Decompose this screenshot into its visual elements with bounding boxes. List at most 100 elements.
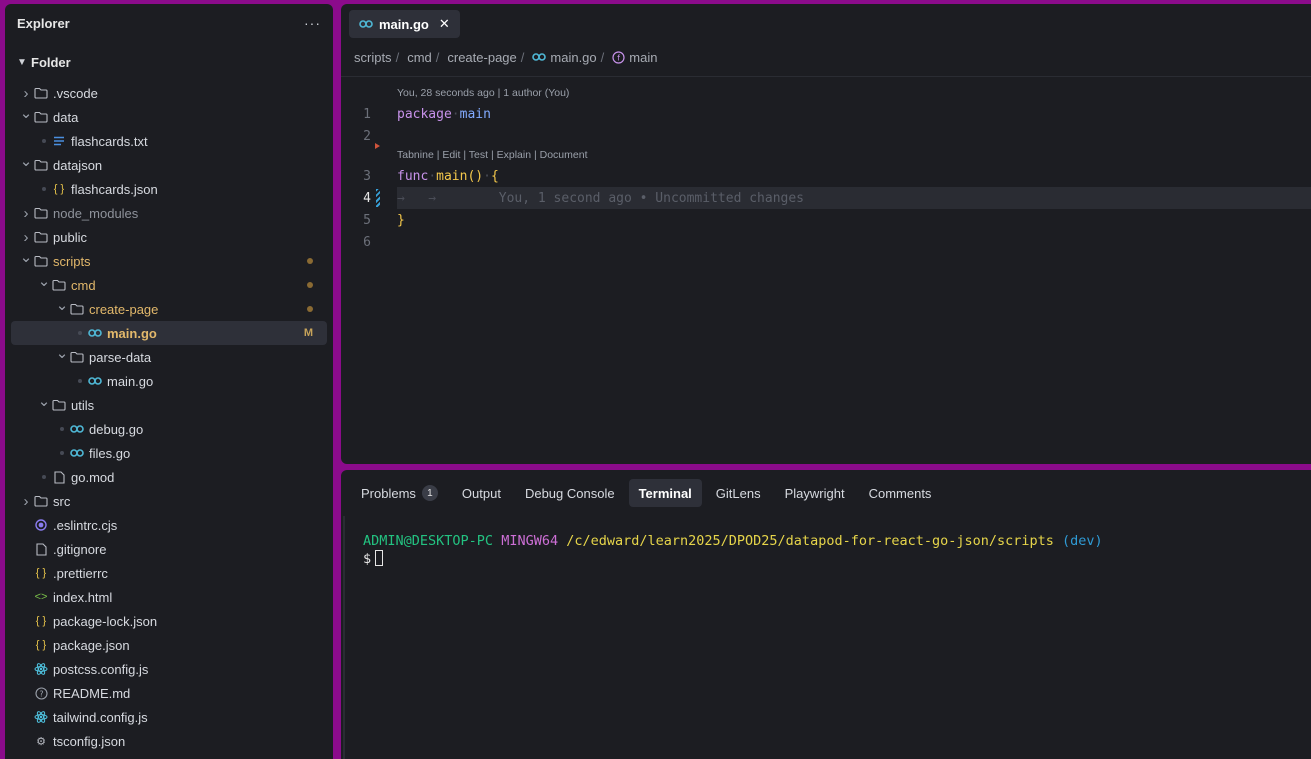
- tree-file[interactable]: .eslintrc.cjs: [11, 513, 327, 537]
- whitespace-marker: ·: [451, 106, 460, 122]
- tree-file[interactable]: go.mod: [11, 465, 327, 489]
- json-file-icon: { }: [35, 567, 47, 579]
- workspace-folder-label: Folder: [31, 54, 71, 70]
- tree-file[interactable]: { } package.json: [11, 633, 327, 657]
- breadcrumb-scripts[interactable]: scripts: [354, 50, 392, 65]
- folder-icon: [51, 397, 67, 413]
- tab-markers: → →: [397, 190, 437, 206]
- tree-item-label: parse-data: [89, 349, 152, 365]
- indent-guide: [37, 187, 51, 191]
- chevron-right-icon: ›: [23, 228, 29, 246]
- folder-icon: [33, 205, 49, 221]
- modified-badge: M: [303, 327, 313, 339]
- tree-item-label: public: [53, 229, 87, 245]
- more-actions-icon[interactable]: ···: [304, 15, 321, 31]
- tree-item-label: datajson: [53, 157, 103, 173]
- keyword: func: [397, 168, 429, 184]
- tree-folder[interactable]: ⌄ create-page: [11, 297, 327, 321]
- tab-gitlens[interactable]: GitLens: [706, 479, 771, 507]
- codelens-blame[interactable]: You, 28 seconds ago | 1 author (You): [397, 87, 569, 99]
- tree-file[interactable]: debug.go: [11, 417, 327, 441]
- tree-folder[interactable]: ⌄ utils: [11, 393, 327, 417]
- tree-folder[interactable]: › node_modules: [11, 201, 327, 225]
- tree-item-label: index.html: [53, 589, 113, 605]
- terminal-path: /c/edward/learn2025/DPOD25/datapod-for-r…: [566, 533, 1054, 549]
- tree-folder[interactable]: ⌄ data: [11, 105, 327, 129]
- folder-icon: [33, 157, 49, 173]
- terminal-branch: (dev): [1062, 533, 1103, 549]
- code-line-4: 4 → → You, 1 second ago • Uncommitted ch…: [341, 187, 1311, 209]
- file-icon: [51, 469, 67, 485]
- bottom-panel: Problems 1 Output Debug Console Terminal …: [341, 470, 1311, 759]
- tree-file[interactable]: ? README.md: [11, 681, 327, 705]
- terminal-input-line[interactable]: $: [363, 550, 1311, 568]
- tree-item-label: data: [53, 109, 79, 125]
- problems-count-badge: 1: [421, 485, 438, 501]
- file-icon: [33, 541, 49, 557]
- tab-comments[interactable]: Comments: [859, 479, 942, 507]
- tab-problems[interactable]: Problems 1: [351, 479, 448, 507]
- tab-debug-console[interactable]: Debug Console: [515, 479, 625, 507]
- folder-icon: [69, 301, 85, 317]
- code-line-1: 1 package·main: [341, 103, 1311, 125]
- codelens-tabnine[interactable]: Tabnine | Edit | Test | Explain | Docume…: [397, 149, 587, 161]
- breadcrumb-separator: /: [395, 49, 400, 65]
- tree-folder[interactable]: › public: [11, 225, 327, 249]
- tab-label: main.go: [379, 16, 429, 32]
- code-line-6: 6: [341, 231, 1311, 253]
- tree-file[interactable]: { } package-lock.json: [11, 609, 327, 633]
- tab-output[interactable]: Output: [452, 479, 511, 507]
- folder-icon: [69, 349, 85, 365]
- go-file-icon: [87, 373, 103, 389]
- folder-icon: [33, 253, 49, 269]
- breadcrumb-cmd[interactable]: cmd: [407, 50, 432, 65]
- tree-file[interactable]: main.go: [11, 369, 327, 393]
- tree-bullet: [78, 331, 82, 335]
- go-file-icon: [87, 325, 103, 341]
- chevron-right-icon: ›: [23, 204, 29, 222]
- breadcrumb-symbol[interactable]: main: [629, 50, 657, 65]
- tree-file[interactable]: main.go M: [11, 321, 327, 345]
- line-number: 6: [363, 234, 371, 250]
- tree-file[interactable]: flashcards.txt: [11, 129, 327, 153]
- chevron-down-icon: ⌄: [55, 296, 69, 314]
- line-number: 4: [363, 190, 371, 206]
- line-number: 1: [363, 106, 371, 122]
- terminal-env: MINGW64: [501, 533, 559, 549]
- folder-icon: [33, 229, 49, 245]
- tree-folder[interactable]: ⌄ datajson: [11, 153, 327, 177]
- tab-playwright[interactable]: Playwright: [775, 479, 855, 507]
- tree-file[interactable]: { } .prettierrc: [11, 561, 327, 585]
- breadcrumb-separator: /: [435, 49, 440, 65]
- indent-guide: [55, 451, 69, 455]
- explorer-sidebar: Explorer ··· ▼ Folder › .vscode ⌄ data flash…: [5, 4, 333, 759]
- tab-main-go[interactable]: main.go ✕: [349, 10, 460, 38]
- tree-folder[interactable]: ⌄ cmd: [11, 273, 327, 297]
- tree-file[interactable]: ⚙ tsconfig.json: [11, 729, 327, 753]
- tree-file[interactable]: { } flashcards.json: [11, 177, 327, 201]
- gear-icon: ⚙: [36, 735, 46, 748]
- tree-item-label: .eslintrc.cjs: [53, 517, 118, 533]
- tree-folder[interactable]: › .vscode: [11, 81, 327, 105]
- breadcrumb-file[interactable]: main.go: [550, 50, 596, 65]
- terminal[interactable]: ADMIN@DESKTOP-PC MINGW64 /c/edward/learn…: [343, 516, 1311, 759]
- close-icon[interactable]: ✕: [439, 16, 450, 32]
- tree-folder[interactable]: ⌄ scripts: [11, 249, 327, 273]
- tree-file[interactable]: .gitignore: [11, 537, 327, 561]
- workspace-folder-root[interactable]: ▼ Folder: [5, 50, 333, 74]
- tree-file[interactable]: files.go: [11, 441, 327, 465]
- tree-folder[interactable]: ⌄ parse-data: [11, 345, 327, 369]
- chevron-right-icon: ›: [23, 492, 29, 510]
- go-file-icon: [359, 20, 373, 28]
- gutter-change-marker: [376, 189, 380, 207]
- tab-terminal[interactable]: Terminal: [628, 479, 702, 507]
- tree-folder[interactable]: › src: [11, 489, 327, 513]
- chevron-down-icon: ⌄: [55, 344, 69, 362]
- tree-file[interactable]: <> index.html: [11, 585, 327, 609]
- brace-open: {: [490, 168, 499, 184]
- tree-file[interactable]: postcss.config.js: [11, 657, 327, 681]
- breadcrumb-create-page[interactable]: create-page: [447, 50, 516, 65]
- tree-item-label: create-page: [89, 301, 159, 317]
- tree-file[interactable]: tailwind.config.js: [11, 705, 327, 729]
- whitespace-marker: ·: [483, 168, 491, 184]
